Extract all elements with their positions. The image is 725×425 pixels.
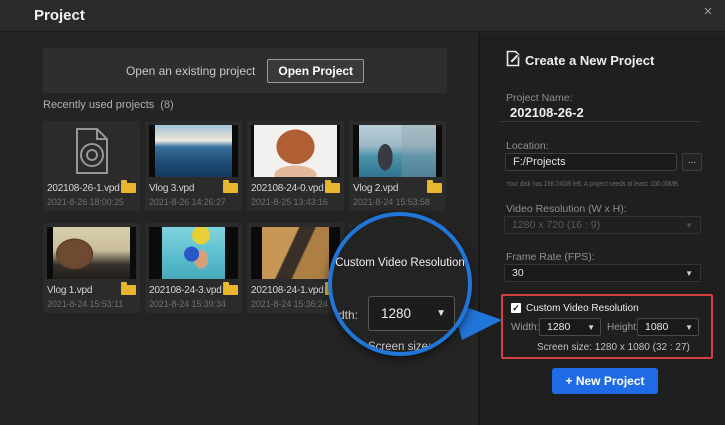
new-document-icon	[506, 50, 520, 67]
project-timestamp: 2021-8-25 13:43:16	[251, 197, 340, 207]
project-name-field[interactable]: 202108-26-2	[510, 105, 584, 120]
create-project-panel: Create a New Project Project Name: 20210…	[478, 33, 725, 425]
project-name: 202108-24-3.vpd	[149, 285, 222, 296]
magnified-screen-size: Screen size: 1280	[368, 341, 460, 353]
project-name: 202108-24-0.vpd	[251, 183, 324, 194]
location-input[interactable]: F:/Projects	[505, 153, 677, 171]
recent-projects-heading: Recently used projects (8)	[43, 99, 174, 111]
open-existing-banner: Open an existing project Open Project	[43, 48, 447, 93]
project-thumbnail	[251, 125, 340, 177]
project-card[interactable]: Vlog 2.vpd 2021-8-24 15:53:58	[349, 121, 446, 211]
open-project-button[interactable]: Open Project	[267, 59, 364, 83]
location-label: Location:	[506, 140, 549, 152]
project-timestamp: 2021-8-24 15:36:24	[251, 299, 340, 309]
chevron-down-icon: ▼	[685, 269, 693, 278]
panel-title: Create a New Project	[525, 53, 654, 68]
magnified-width-label: dth:	[338, 308, 358, 322]
folder-icon[interactable]	[121, 285, 136, 295]
magnified-width-dropdown: 1280 ▼	[368, 296, 455, 331]
open-existing-label: Open an existing project	[126, 64, 255, 78]
close-icon[interactable]: ×	[698, 2, 718, 22]
project-timestamp: 2021-8-24 15:39:34	[149, 299, 238, 309]
magnifier-overlay: Custom Video Resolution dth: 1280 ▼ Scre…	[328, 212, 472, 356]
chevron-down-icon: ▼	[685, 221, 693, 230]
project-timestamp: 2021-8-24 15:53:58	[353, 197, 442, 207]
video-resolution-label: Video Resolution (W x H):	[506, 203, 627, 215]
project-name: Vlog 3.vpd	[149, 183, 194, 194]
project-card[interactable]: 202108-26-1.vpd 2021-8-26 18:00:25	[43, 121, 140, 211]
chevron-down-icon: ▼	[436, 308, 446, 319]
project-name: 202108-24-1.vpd	[251, 285, 324, 296]
recent-projects-label: Recently used projects	[43, 99, 154, 111]
project-card[interactable]: Vlog 3.vpd 2021-8-26 14:26:27	[145, 121, 242, 211]
folder-icon[interactable]	[325, 183, 340, 193]
folder-icon[interactable]	[427, 183, 442, 193]
project-card[interactable]: 202108-24-0.vpd 2021-8-25 13:43:16	[247, 121, 344, 211]
project-thumbnail	[353, 125, 442, 177]
project-card[interactable]: 202108-24-3.vpd 2021-8-24 15:39:34	[145, 223, 242, 313]
project-thumbnail	[149, 125, 238, 177]
new-project-button[interactable]: + New Project	[552, 368, 658, 394]
project-timestamp: 2021-8-24 15:53:11	[47, 299, 136, 309]
disk-space-note: Your disk has 198.24GB left. A project n…	[506, 179, 680, 188]
frame-rate-dropdown[interactable]: 30 ▼	[504, 264, 701, 282]
project-name: Vlog 1.vpd	[47, 285, 92, 296]
height-label: Height:	[607, 322, 639, 333]
project-name-label: Project Name:	[506, 92, 573, 104]
project-name: Vlog 2.vpd	[353, 183, 398, 194]
recent-projects-count: (8)	[160, 99, 173, 111]
project-thumbnail	[251, 227, 340, 279]
frame-rate-label: Frame Rate (FPS):	[506, 251, 595, 263]
folder-icon[interactable]	[223, 285, 238, 295]
custom-resolution-checkbox[interactable]: ✓	[511, 303, 521, 313]
magnified-custom-resolution-title: Custom Video Resolution	[332, 257, 468, 269]
folder-icon[interactable]	[121, 183, 136, 193]
project-thumbnail	[47, 227, 136, 279]
project-timestamp: 2021-8-26 18:00:25	[47, 197, 136, 207]
dialog-title: Project	[34, 0, 85, 32]
project-name: 202108-26-1.vpd	[47, 183, 120, 194]
custom-screen-size-text: Screen size: 1280 x 1080 (32 : 27)	[537, 342, 690, 353]
vpd-file-icon	[47, 125, 136, 177]
custom-resolution-highlight-box: ✓ Custom Video Resolution Width: 1280 ▼ …	[501, 294, 713, 359]
chevron-down-icon: ▼	[587, 323, 595, 332]
custom-resolution-checkbox-label: Custom Video Resolution	[526, 303, 639, 314]
folder-icon[interactable]	[223, 183, 238, 193]
dialog-titlebar: Project ×	[0, 0, 725, 32]
width-label: Width:	[511, 322, 539, 333]
project-name-underline	[500, 121, 700, 122]
browse-button[interactable]: ...	[682, 153, 702, 171]
project-thumbnail	[149, 227, 238, 279]
project-timestamp: 2021-8-26 14:26:27	[149, 197, 238, 207]
video-resolution-dropdown: 1280 x 720 (16 : 9) ▼	[504, 216, 701, 234]
height-dropdown[interactable]: 1080 ▼	[637, 318, 699, 336]
width-dropdown[interactable]: 1280 ▼	[539, 318, 601, 336]
project-card[interactable]: Vlog 1.vpd 2021-8-24 15:53:11	[43, 223, 140, 313]
chevron-down-icon: ▼	[685, 323, 693, 332]
